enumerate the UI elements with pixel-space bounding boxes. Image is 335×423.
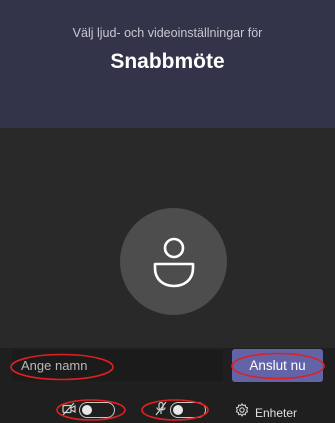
mic-off-icon[interactable] bbox=[154, 401, 168, 416]
name-input[interactable] bbox=[12, 350, 223, 381]
avatar bbox=[120, 208, 227, 315]
gear-icon[interactable] bbox=[235, 403, 249, 417]
microphone-toggle-knob bbox=[173, 404, 183, 415]
camera-toggle-knob bbox=[82, 404, 92, 415]
camera-off-icon[interactable] bbox=[62, 402, 76, 416]
settings-subtitle: Välj ljud- och videoinställningar för bbox=[72, 26, 263, 40]
person-icon bbox=[153, 237, 195, 288]
join-now-button[interactable]: Anslut nu bbox=[232, 349, 323, 382]
camera-toggle[interactable] bbox=[79, 402, 115, 418]
meeting-title: Snabbmöte bbox=[110, 50, 225, 73]
meeting-header: Välj ljud- och videoinställningar för Sn… bbox=[0, 0, 335, 128]
devices-button[interactable]: Enheter bbox=[255, 406, 297, 420]
microphone-toggle[interactable] bbox=[170, 402, 206, 418]
